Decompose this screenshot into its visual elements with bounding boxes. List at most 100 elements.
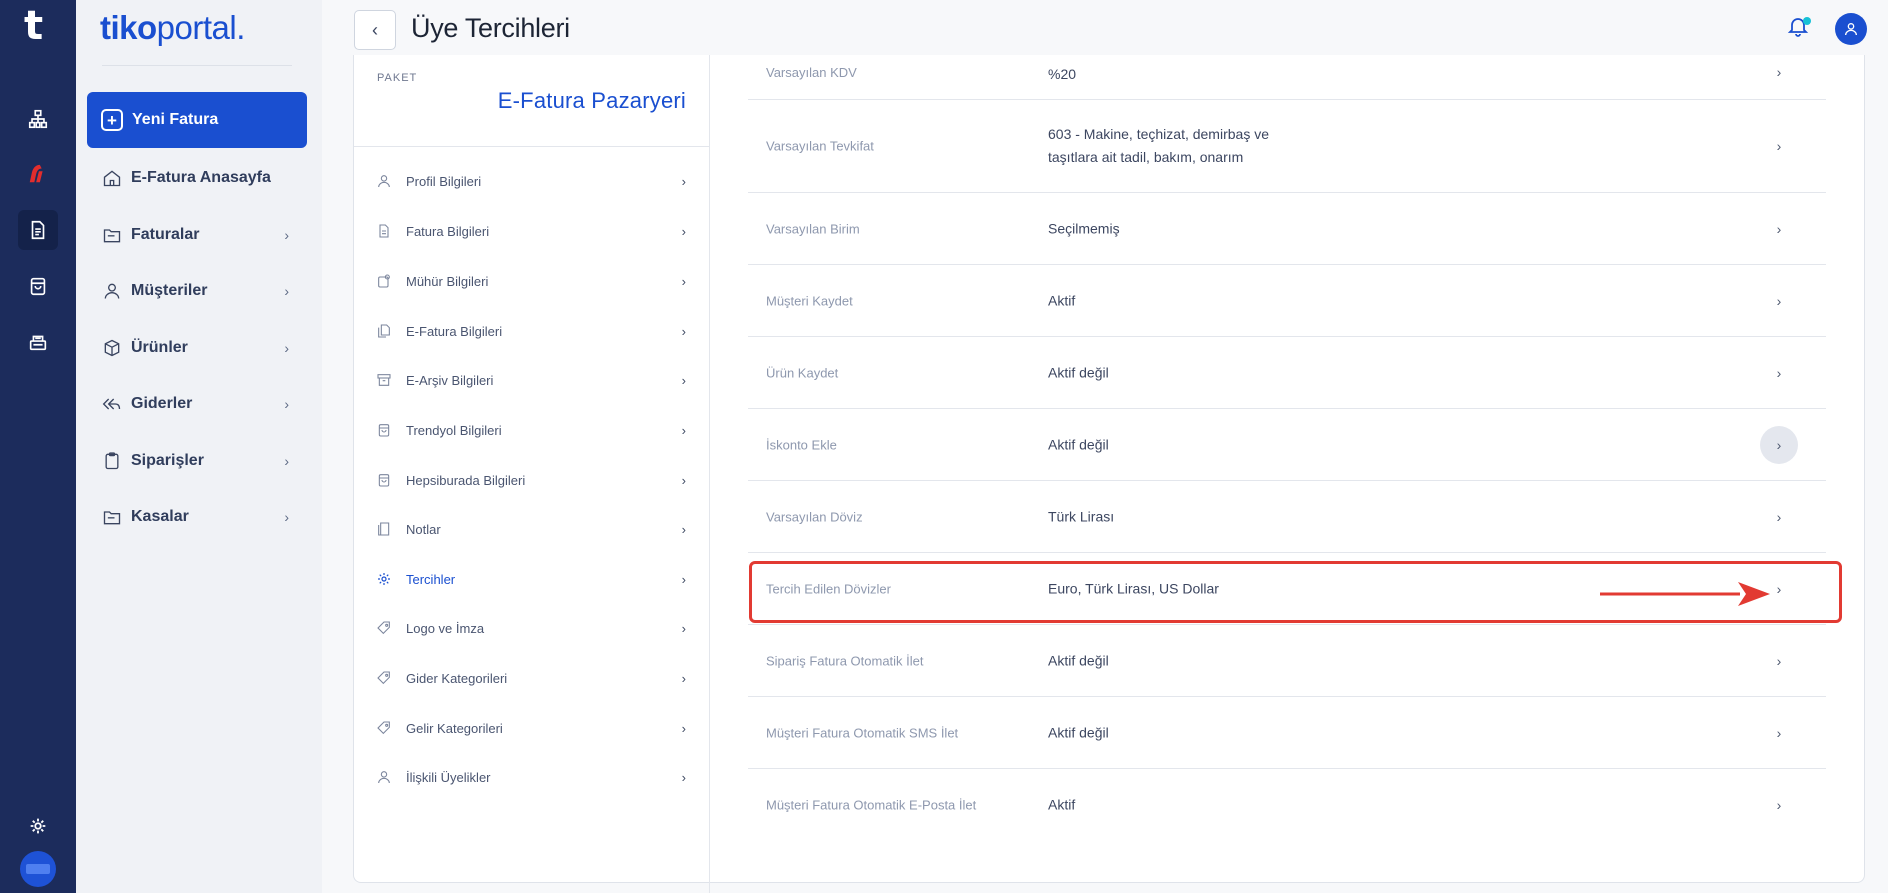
- document-icon: [379, 224, 389, 238]
- package-name: E-Fatura Pazaryeri: [497, 88, 686, 113]
- chevron-right-icon: ›: [681, 769, 686, 785]
- chevron-right-icon: ›: [1760, 425, 1798, 464]
- chevron-right-icon: ›: [681, 173, 686, 189]
- chevron-right-icon: ›: [681, 273, 686, 289]
- tag-icon: [377, 721, 390, 735]
- setting-row-save-product[interactable]: Ürün Kaydet Aktif değil ›: [748, 337, 1826, 409]
- chevron-right-icon: ›: [1776, 508, 1782, 525]
- chevron-right-icon: ›: [1776, 64, 1782, 80]
- chevron-right-icon: ›: [681, 422, 686, 438]
- menu-item-efatura[interactable]: E-Fatura Bilgileri ›: [376, 314, 692, 348]
- chevron-right-icon: ›: [681, 472, 686, 488]
- divider: [709, 55, 710, 893]
- nav-item-cash-registers[interactable]: Kasalar ›: [102, 500, 297, 534]
- note-icon: [378, 522, 390, 536]
- menu-item-trendyol[interactable]: Trendyol Bilgileri ›: [376, 413, 692, 447]
- menu-item-profile[interactable]: Profil Bilgileri ›: [376, 164, 692, 198]
- menu-item-preferences[interactable]: Tercihler ›: [376, 562, 692, 596]
- setting-row-customer-invoice-email[interactable]: Müşteri Fatura Otomatik E-Posta İlet Akt…: [748, 769, 1826, 841]
- chevron-right-icon: ›: [1776, 364, 1782, 381]
- chevron-right-icon: ›: [1776, 652, 1782, 669]
- setting-row-default-currency[interactable]: Varsayılan Döviz Türk Lirası ›: [748, 481, 1826, 553]
- rail-user-avatar[interactable]: [20, 851, 56, 887]
- folder-icon: [103, 511, 121, 525]
- chevron-right-icon: ›: [1776, 292, 1782, 309]
- user-icon: [1845, 23, 1857, 36]
- nav-item-expenses[interactable]: Giderler ›: [102, 387, 297, 421]
- chevron-right-icon: ›: [1776, 138, 1782, 154]
- setting-row-default-unit[interactable]: Varsayılan Birim Seçilmemiş ›: [748, 193, 1826, 265]
- nav-item-products[interactable]: Ürünler ›: [102, 331, 297, 365]
- setting-row-default-vat[interactable]: Varsayılan KDV %20 ›: [748, 55, 1826, 100]
- menu-item-invoice-info[interactable]: Fatura Bilgileri ›: [376, 214, 692, 248]
- bag-icon: [378, 424, 390, 437]
- menu-item-hepsiburada[interactable]: Hepsiburada Bilgileri ›: [376, 463, 692, 497]
- chevron-right-icon: ›: [681, 223, 686, 239]
- archive-icon: [377, 374, 391, 386]
- brand-mark-icon[interactable]: [18, 154, 58, 194]
- user-icon: [378, 175, 390, 188]
- page-title: Üye Tercihleri: [411, 13, 570, 43]
- chevron-right-icon: ›: [681, 620, 686, 636]
- chevron-right-icon: ›: [681, 372, 686, 388]
- brand-logo[interactable]: tikoportal.: [100, 6, 245, 50]
- nav-item-orders[interactable]: Siparişler ›: [102, 444, 297, 478]
- box-icon: [104, 339, 120, 357]
- chevron-right-icon: ›: [284, 227, 289, 243]
- setting-row-add-discount[interactable]: İskonto Ekle Aktif değil ›: [748, 409, 1826, 481]
- menu-item-logo-signature[interactable]: Logo ve İmza ›: [376, 611, 692, 645]
- chevron-right-icon: ›: [1776, 797, 1782, 813]
- org-chart-icon[interactable]: [18, 99, 58, 139]
- setting-row-default-withholding[interactable]: Varsayılan Tevkifat 603 - Makine, teçhiz…: [748, 100, 1826, 193]
- menu-item-income-categories[interactable]: Gelir Kategorileri ›: [376, 711, 692, 745]
- setting-row-preferred-currencies[interactable]: Tercih Edilen Dövizler Euro, Türk Lirası…: [748, 553, 1826, 625]
- user-icon: [104, 283, 120, 299]
- chevron-left-icon: ‹: [372, 19, 378, 40]
- cash-register-icon[interactable]: [18, 322, 58, 362]
- menu-item-seal[interactable]: Mühür Bilgileri ›: [376, 264, 692, 298]
- setting-row-save-customer[interactable]: Müşteri Kaydet Aktif ›: [748, 265, 1826, 337]
- menu-item-related-memberships[interactable]: İlişkili Üyelikler ›: [376, 760, 692, 794]
- tag-icon: [377, 621, 390, 635]
- chevron-right-icon: ›: [681, 571, 686, 587]
- nav-item-invoices[interactable]: Faturalar ›: [102, 218, 297, 252]
- gear-icon: [378, 573, 390, 585]
- nav-item-customers[interactable]: Müşteriler ›: [102, 274, 297, 308]
- settings-gear-icon[interactable]: [18, 806, 58, 846]
- chevron-right-icon: ›: [681, 670, 686, 686]
- chevron-right-icon: ›: [284, 453, 289, 469]
- chevron-right-icon: ›: [1776, 724, 1782, 741]
- plus-icon: +: [101, 109, 123, 131]
- notification-bell-icon[interactable]: [1786, 14, 1812, 42]
- clipboard-icon: [105, 452, 119, 470]
- divider: [354, 146, 709, 147]
- notification-dot: [1803, 17, 1811, 25]
- bag-icon: [378, 474, 390, 487]
- chevron-right-icon: ›: [1776, 580, 1782, 597]
- app-logo[interactable]: t: [24, 6, 52, 46]
- invoice-document-icon[interactable]: [18, 210, 58, 250]
- chevron-right-icon: ›: [681, 720, 686, 736]
- chevron-right-icon: ›: [284, 396, 289, 412]
- shopping-bag-icon[interactable]: [18, 266, 58, 306]
- user-avatar[interactable]: [1835, 13, 1867, 45]
- chevron-right-icon: ›: [284, 340, 289, 356]
- package-label: PAKET: [377, 72, 418, 84]
- setting-row-customer-invoice-sms[interactable]: Müşteri Fatura Otomatik SMS İlet Aktif d…: [748, 697, 1826, 769]
- back-button[interactable]: ‹: [354, 10, 396, 50]
- chevron-right-icon: ›: [681, 521, 686, 537]
- nav-item-efatura-home[interactable]: E-Fatura Anasayfa: [102, 161, 297, 195]
- menu-item-earchive[interactable]: E-Arşiv Bilgileri ›: [376, 363, 692, 397]
- seal-icon: [378, 274, 390, 288]
- setting-row-order-invoice-auto-send[interactable]: Sipariş Fatura Otomatik İlet Aktif değil…: [748, 625, 1826, 697]
- divider: [102, 65, 292, 66]
- menu-item-notes[interactable]: Notlar ›: [376, 512, 692, 546]
- tag-icon: [377, 671, 390, 685]
- icon-rail: t: [0, 0, 76, 893]
- menu-item-expense-categories[interactable]: Gider Kategorileri ›: [376, 661, 692, 695]
- home-icon: [103, 170, 121, 187]
- user-icon: [378, 771, 390, 784]
- new-invoice-button[interactable]: + Yeni Fatura: [87, 92, 307, 148]
- reply-all-icon: [102, 398, 121, 410]
- chevron-right-icon: ›: [1776, 220, 1782, 237]
